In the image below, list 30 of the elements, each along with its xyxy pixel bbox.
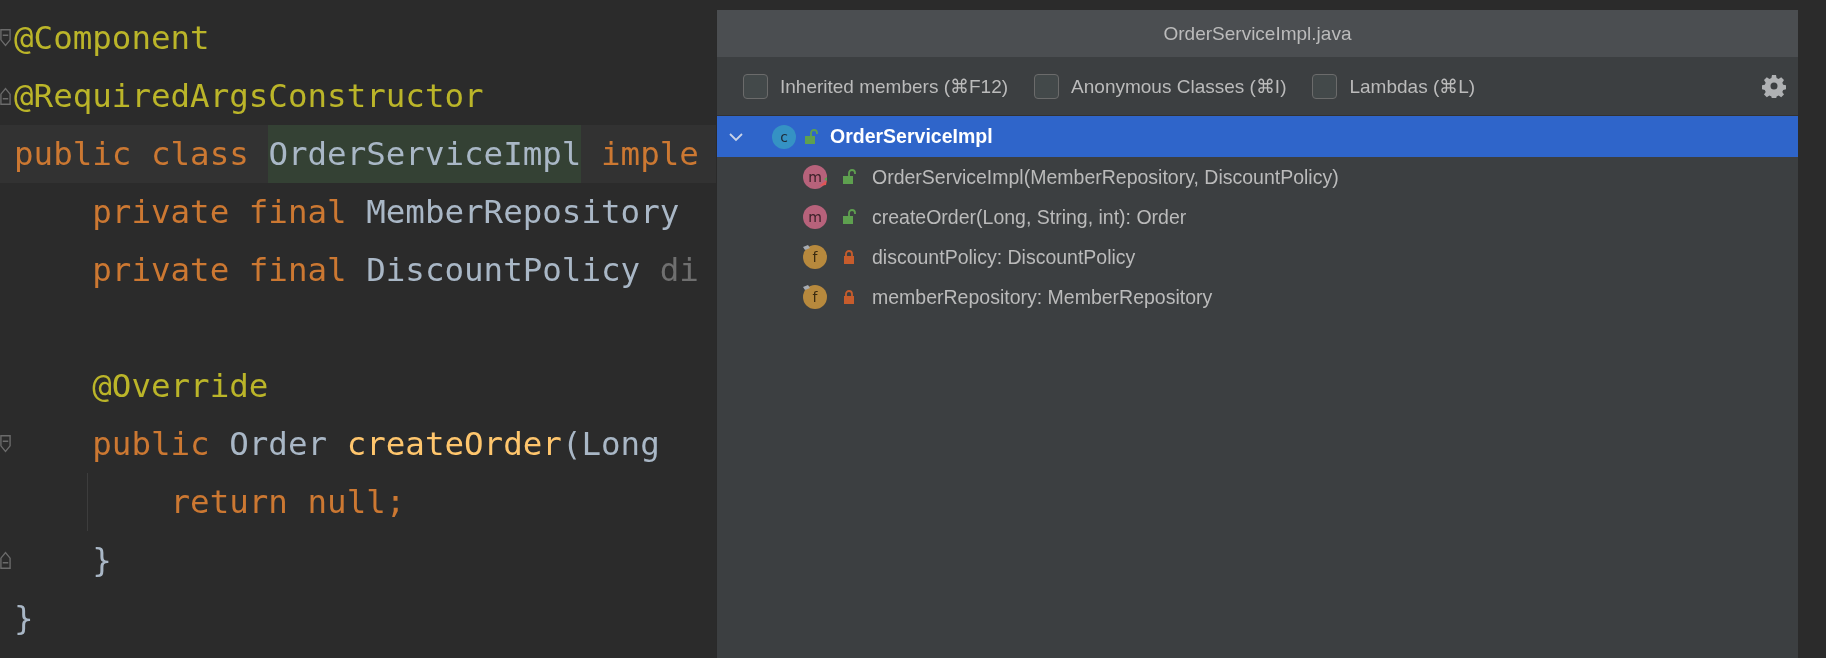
tree-item[interactable]: m createOrder(Long, String, int): Order: [717, 197, 1798, 237]
code-line: public Order createOrder(Long: [91, 425, 660, 463]
tree-item[interactable]: f memberRepository: MemberRepository: [717, 277, 1798, 317]
fold-icon[interactable]: [0, 550, 11, 570]
fold-icon[interactable]: [0, 28, 11, 48]
code-line: }: [91, 541, 112, 579]
code-line: @Component: [14, 19, 210, 57]
code-line: }: [14, 599, 34, 637]
code-line: public class OrderServiceImpl imple: [14, 125, 699, 183]
code-line: private final MemberRepository: [91, 193, 680, 231]
settings-icon[interactable]: [1762, 74, 1786, 98]
code-line: @Override: [91, 367, 269, 405]
code-line: return null;: [169, 483, 406, 521]
tree-item[interactable]: m OrderServiceImpl(MemberRepository, DiscountPolicy): [717, 157, 1798, 197]
filter-checkbox[interactable]: Lambdas (⌘L): [1312, 73, 1476, 99]
class-icon: c: [771, 123, 797, 150]
fold-icon[interactable]: [0, 434, 11, 454]
chevron-icon[interactable]: [729, 131, 743, 142]
popup-title: OrderServiceImpl.java: [717, 10, 1798, 57]
code-line: @RequiredArgsConstructor: [14, 77, 484, 115]
filter-checkbox[interactable]: Inherited members (⌘F12): [743, 73, 1009, 99]
field-icon: f: [802, 244, 828, 270]
fold-icon[interactable]: [0, 86, 11, 106]
field-icon: f: [802, 284, 828, 310]
method-icon: m: [802, 164, 828, 190]
code-line: private final DiscountPolicy di: [91, 251, 699, 289]
tree-item[interactable]: f discountPolicy: DiscountPolicy: [717, 237, 1798, 277]
tree-item[interactable]: c OrderServiceImpl: [717, 116, 1798, 157]
filter-checkbox[interactable]: Anonymous Classes (⌘I): [1034, 73, 1287, 99]
method-icon: m: [802, 204, 828, 230]
